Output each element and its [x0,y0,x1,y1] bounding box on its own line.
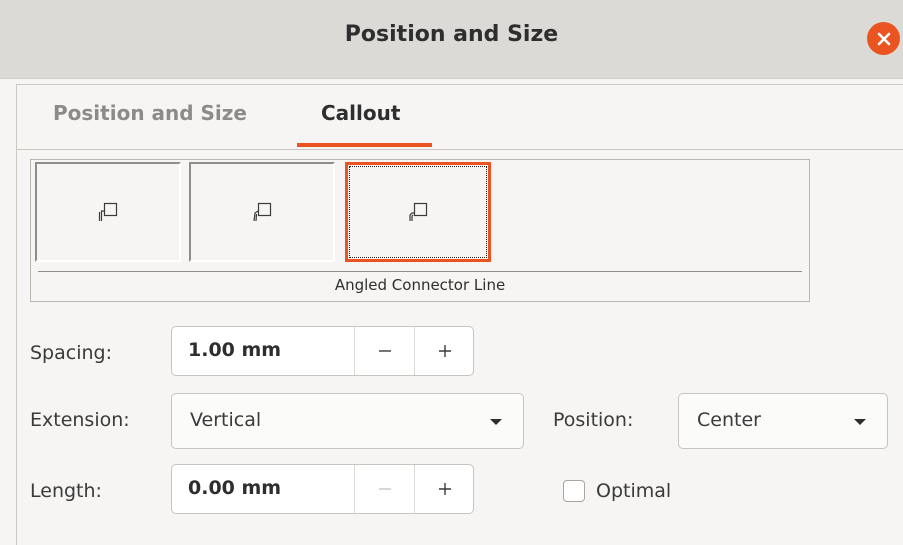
title-bar: Position and Size [0,0,903,79]
callout-style-angled-connector[interactable] [345,162,491,262]
length-decrement-button[interactable] [354,465,414,513]
minus-icon [378,488,391,490]
straight-line-callout-icon [98,202,118,221]
tab-position-and-size[interactable]: Position and Size [53,101,247,125]
extension-value: Vertical [190,409,262,431]
optimal-checkbox[interactable] [563,480,585,502]
position-value: Center [697,409,761,431]
tab-bar: Position and Size Callout [17,85,903,150]
spacing-increment-button[interactable] [414,327,474,375]
close-icon [877,32,890,45]
chevron-down-icon [490,419,502,425]
angled-line-callout-icon [253,202,272,222]
extension-dropdown[interactable]: Vertical [171,393,524,449]
spacing-value[interactable]: 1.00 mm [188,339,281,361]
plus-icon [438,345,451,357]
length-increment-button[interactable] [414,465,474,513]
optimal-label[interactable]: Optimal [596,480,671,502]
callout-style-straight[interactable] [35,162,181,262]
spacing-decrement-button[interactable] [354,327,414,375]
callout-style-angled[interactable] [189,162,335,262]
active-tab-indicator [297,143,432,147]
angled-connector-callout-icon [409,202,428,221]
length-spinbox[interactable]: 0.00 mm [171,464,474,514]
position-dropdown[interactable]: Center [678,393,888,449]
spacing-spinbox[interactable]: 1.00 mm [171,326,474,376]
chevron-down-icon [854,419,866,425]
selected-style-label: Angled Connector Line [334,276,506,294]
tab-callout[interactable]: Callout [321,101,400,125]
length-value[interactable]: 0.00 mm [188,477,281,499]
position-label: Position: [553,409,634,431]
plus-icon [438,483,451,495]
dialog-title: Position and Size [344,22,559,47]
close-button[interactable] [867,22,900,55]
length-label: Length: [30,480,102,502]
callout-style-selector: Angled Connector Line [30,159,810,302]
style-separator [38,271,802,272]
spacing-label: Spacing: [30,342,112,364]
extension-label: Extension: [30,409,130,431]
minus-icon [378,350,391,352]
